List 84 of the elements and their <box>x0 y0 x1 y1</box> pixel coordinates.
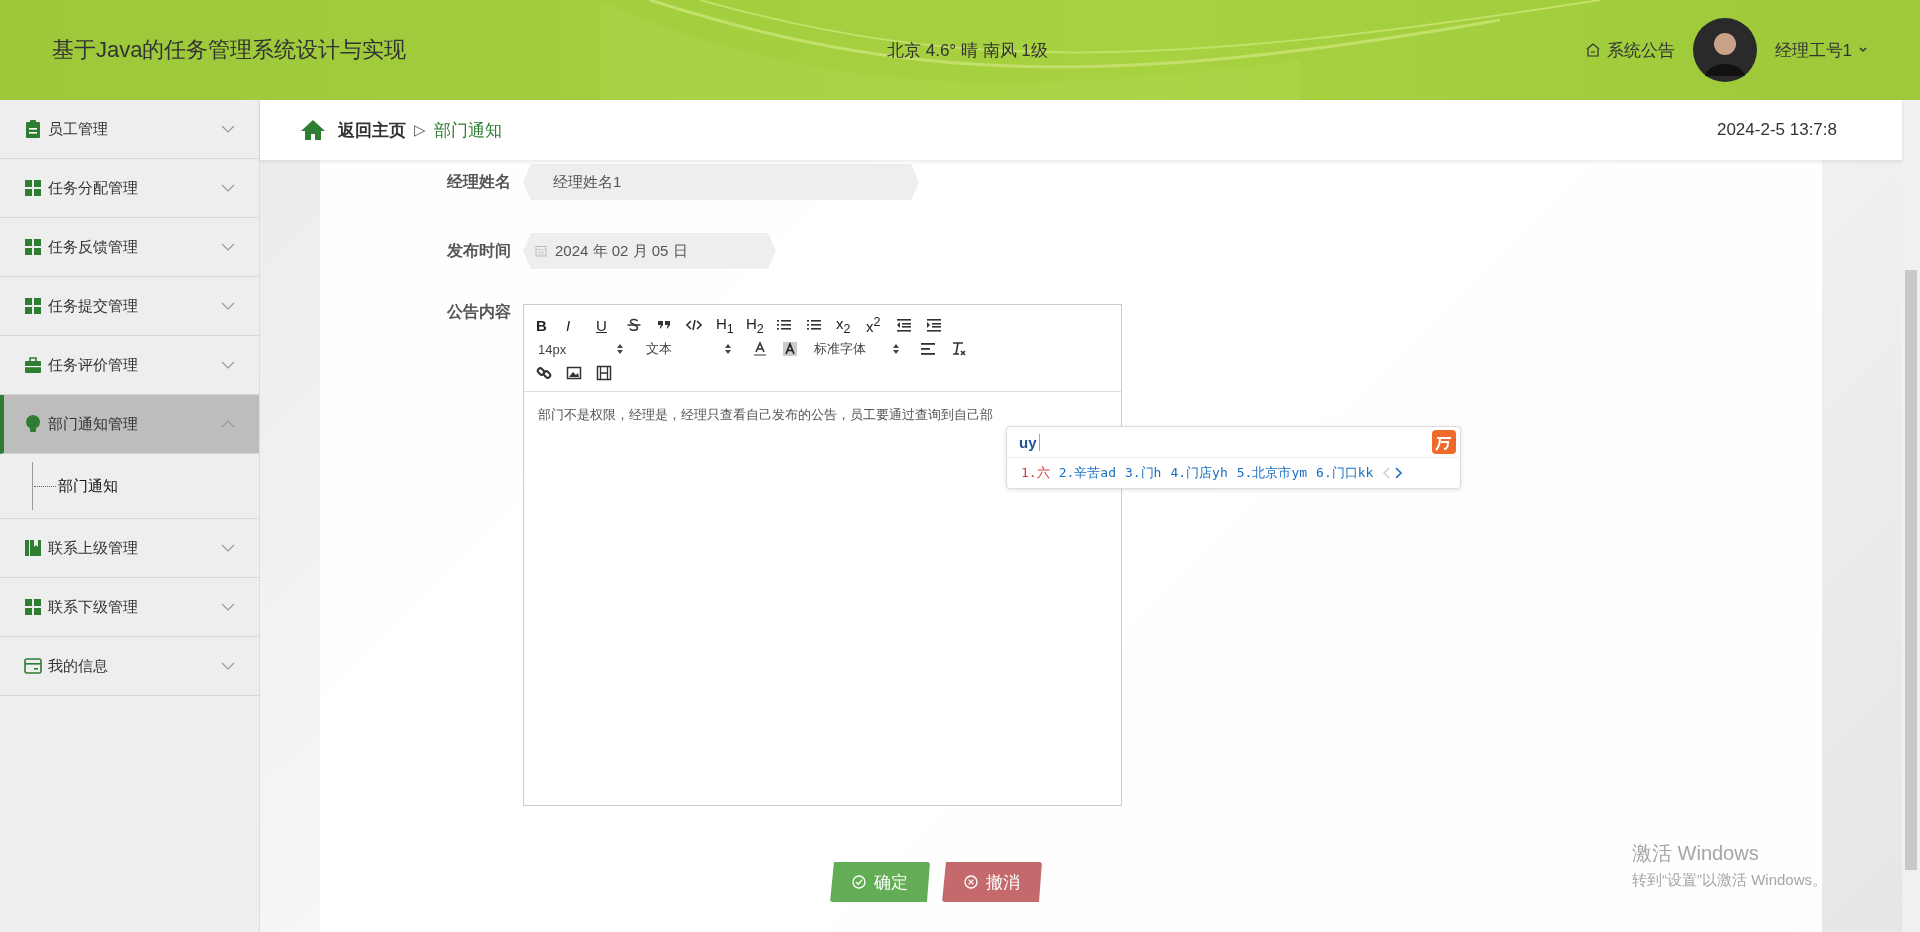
datetime: 2024-2-5 13:7:8 <box>1716 120 1837 140</box>
chevron-down-icon <box>221 302 235 310</box>
activation-subtitle: 转到“设置”以激活 Windows。 <box>1632 871 1827 890</box>
video-icon[interactable] <box>596 365 612 381</box>
toolbar-button[interactable]: B <box>536 316 566 334</box>
toolbar-button[interactable]: x$_{2}$ <box>836 314 866 336</box>
ime-candidate[interactable]: 2.辛苦ad <box>1058 464 1116 482</box>
cancel-button[interactable]: 撤消 <box>942 862 1042 902</box>
input-field[interactable]: 经理姓名1 <box>523 164 919 200</box>
scrollbar[interactable] <box>1902 100 1920 932</box>
ime-candidate[interactable]: 6.门口kk <box>1316 464 1374 482</box>
avatar[interactable] <box>1692 18 1757 82</box>
check-circle-icon <box>852 875 866 889</box>
weather-info: 北京 4.6° 晴 南风 1级 <box>886 39 1049 62</box>
sidebar-item[interactable]: 员工管理 <box>0 100 259 159</box>
toolbar-button[interactable]: H$_{1}$ <box>716 314 746 336</box>
submenu-item[interactable]: 部门通知 <box>34 476 118 496</box>
bullet-list-icon[interactable] <box>806 317 822 333</box>
toolbar-button[interactable]: H$_{2}$ <box>746 314 776 336</box>
user-menu[interactable]: 经理工号1 <box>1774 38 1868 62</box>
sidebar-item[interactable]: 联系上级管理 <box>0 519 259 578</box>
toolbar-button[interactable]: x$^{2}$ <box>866 315 896 335</box>
toolbar-select[interactable]: 标准字体 <box>812 340 920 358</box>
chevron-down-icon <box>221 544 235 552</box>
breadcrumb-current: 部门通知 <box>433 119 503 142</box>
toolbar-select[interactable]: 14px <box>536 341 644 357</box>
grid-icon <box>24 238 42 256</box>
clipboard-icon <box>24 120 42 138</box>
link-icon[interactable] <box>536 365 552 381</box>
grid-icon <box>24 297 42 315</box>
ordered-list-icon[interactable] <box>776 317 792 333</box>
breadcrumb-separator: ▷ <box>414 121 426 139</box>
image-icon[interactable] <box>566 365 582 381</box>
strikethrough-icon[interactable] <box>626 317 642 333</box>
align-icon[interactable] <box>920 341 936 357</box>
house-icon <box>1584 43 1601 57</box>
chevron-down-icon <box>221 662 235 670</box>
sidebar-item[interactable]: 任务分配管理 <box>0 159 259 218</box>
chevron-down-icon <box>221 125 235 133</box>
indent-icon[interactable] <box>926 317 942 333</box>
ime-logo-icon <box>1432 430 1456 454</box>
clear-format-icon[interactable] <box>950 341 966 357</box>
field-label: 发布时间 <box>446 240 512 261</box>
highlight-icon[interactable] <box>782 341 798 357</box>
outdent-icon[interactable] <box>896 317 912 333</box>
activation-title: 激活 Windows <box>1632 841 1760 866</box>
app-title: 基于Java的任务管理系统设计与实现 <box>52 36 408 64</box>
updown-icon <box>892 343 900 355</box>
chevron-down-icon <box>221 361 235 369</box>
briefcase-icon <box>24 356 42 374</box>
calendar-icon <box>535 245 547 257</box>
sidebar-item[interactable]: 任务提交管理 <box>0 277 259 336</box>
chevron-down-icon <box>221 243 235 251</box>
sidebar-item[interactable]: 部门通知管理 <box>0 395 259 454</box>
grid-icon <box>24 598 42 616</box>
x-circle-icon <box>964 875 978 889</box>
updown-icon <box>724 343 732 355</box>
field-label: 经理姓名 <box>446 171 512 192</box>
caret-icon <box>1858 46 1868 54</box>
sidebar-item[interactable]: 任务反馈管理 <box>0 218 259 277</box>
sidebar-item[interactable]: 我的信息 <box>0 637 259 696</box>
code-icon[interactable] <box>686 317 702 333</box>
toolbar-button[interactable]: I <box>566 316 596 334</box>
chevron-down-icon <box>221 184 235 192</box>
book-icon <box>24 539 42 557</box>
updown-icon <box>616 343 624 355</box>
toolbar-button[interactable]: U <box>596 316 626 334</box>
chevron-down-icon <box>221 603 235 611</box>
ime-candidate[interactable]: 5.北京市ym <box>1236 464 1308 482</box>
bulb-icon <box>24 415 42 433</box>
ime-candidate[interactable]: 4.门店yh <box>1170 464 1228 482</box>
grid-icon <box>24 179 42 197</box>
field-label: 公告内容 <box>446 302 512 322</box>
ime-candidate[interactable]: 1.六 <box>1021 464 1050 482</box>
date-field[interactable]: 2024 年 02 月 05 日 <box>523 233 776 269</box>
home-link[interactable]: 返回主页 <box>338 118 406 142</box>
notice-link[interactable]: 系统公告 <box>1584 38 1675 62</box>
home-icon <box>300 119 326 141</box>
chevron-up-icon <box>221 420 235 428</box>
ime-candidate[interactable]: 3.门h <box>1124 464 1162 482</box>
sidebar-item[interactable]: 联系下级管理 <box>0 578 259 637</box>
font-color-icon[interactable] <box>752 341 768 357</box>
card-icon <box>24 657 42 675</box>
toolbar-select[interactable]: 文本 <box>644 340 752 358</box>
